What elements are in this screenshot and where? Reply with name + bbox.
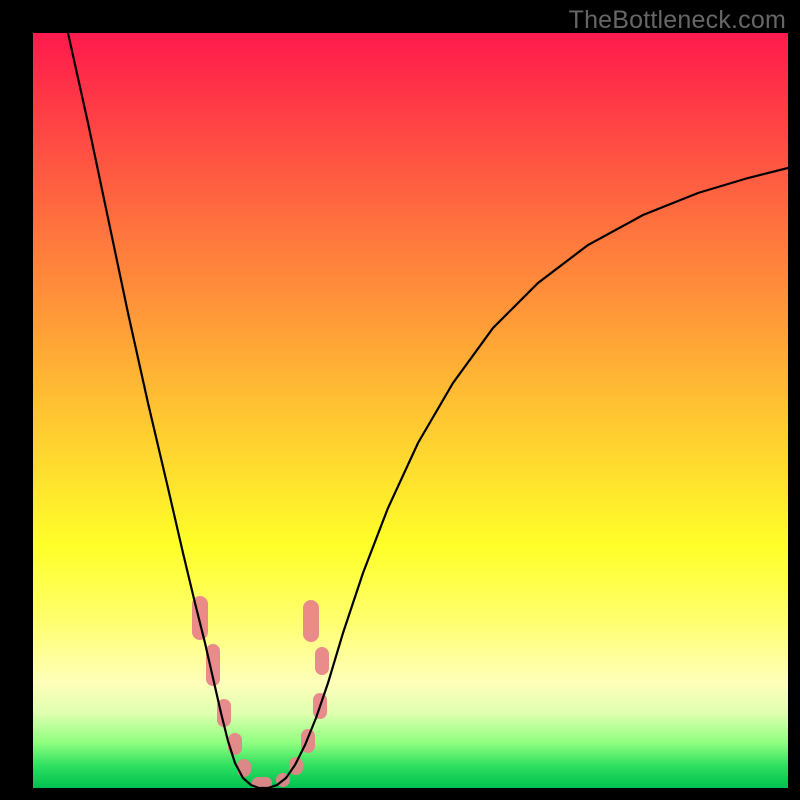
chart-frame: TheBottleneck.com bbox=[0, 0, 800, 800]
plot-area bbox=[33, 33, 788, 788]
data-marker bbox=[315, 647, 329, 675]
data-marker bbox=[303, 600, 319, 642]
marker-layer bbox=[192, 596, 329, 788]
data-marker bbox=[237, 759, 251, 777]
watermark-text: TheBottleneck.com bbox=[569, 6, 786, 35]
bottleneck-curve bbox=[68, 33, 788, 788]
curve-svg bbox=[33, 33, 788, 788]
